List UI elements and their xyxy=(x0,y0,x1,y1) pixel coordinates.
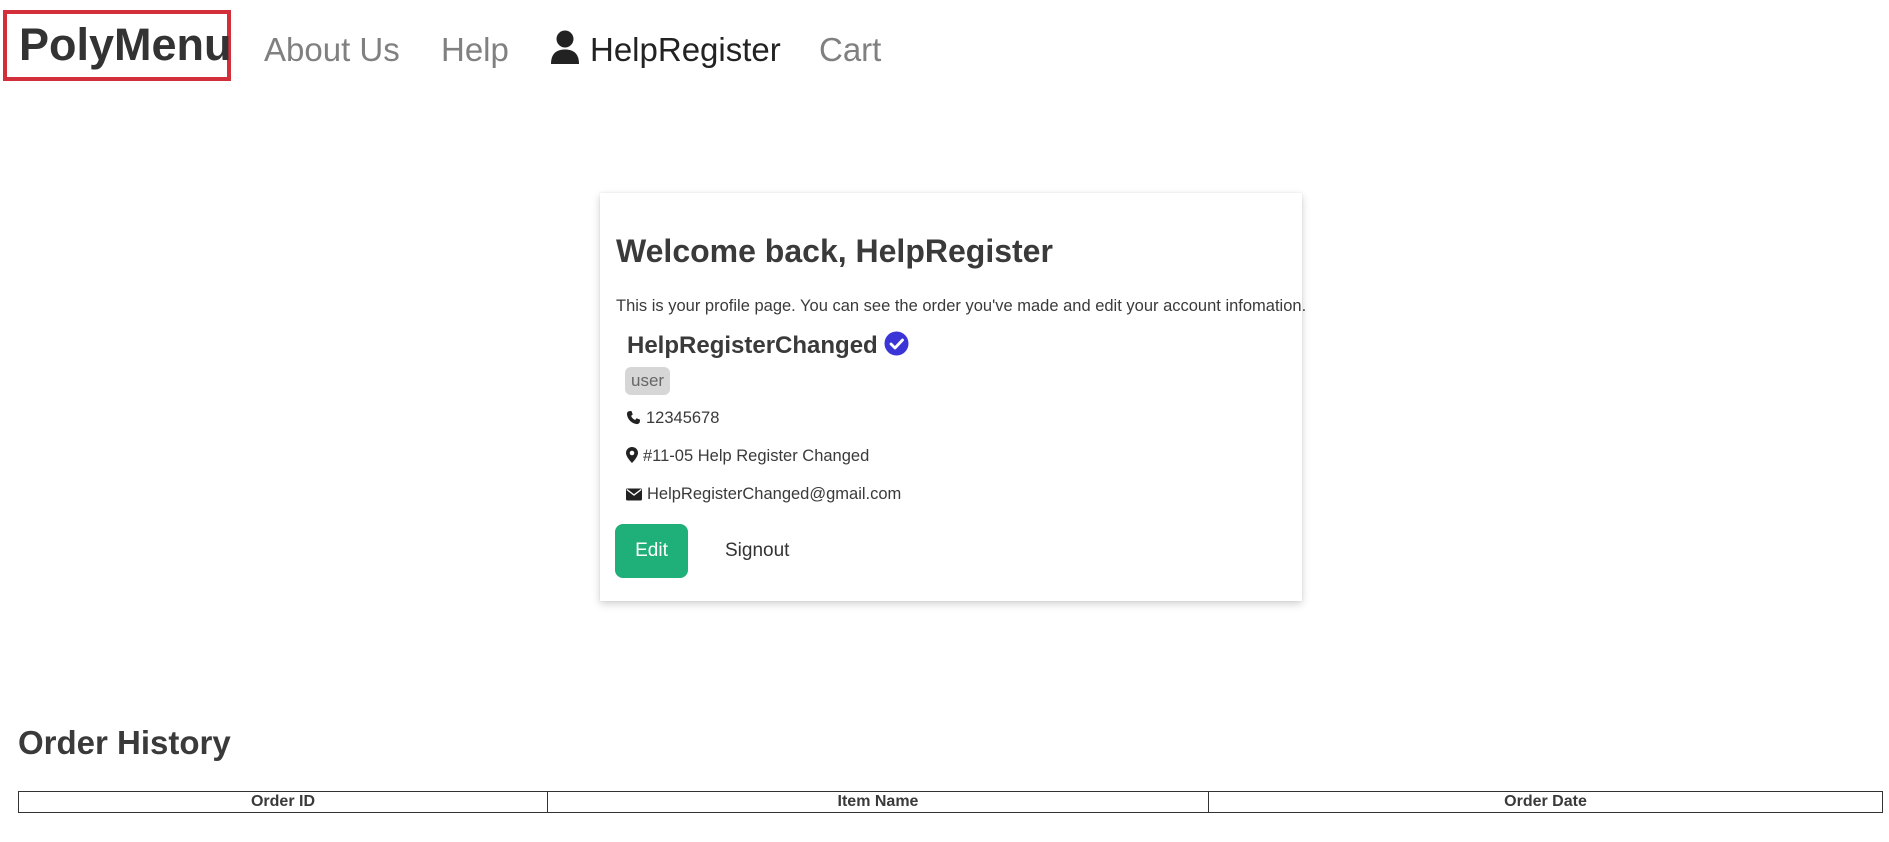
email-text: HelpRegisterChanged@gmail.com xyxy=(647,485,902,503)
top-navbar: PolyMenu About Us Help HelpRegister Cart xyxy=(0,0,1889,100)
nav-link-user-profile[interactable]: HelpRegister xyxy=(550,28,781,72)
address-row: #11-05 Help Register Changed xyxy=(626,447,869,466)
verified-check-icon xyxy=(884,331,909,356)
phone-row: 12345678 xyxy=(626,409,719,428)
profile-name-text: HelpRegisterChanged xyxy=(627,332,878,359)
order-history-table: Order ID Item Name Order Date xyxy=(18,791,1883,813)
edit-button[interactable]: Edit xyxy=(615,524,688,578)
nav-link-about-us[interactable]: About Us xyxy=(264,28,400,72)
address-text: #11-05 Help Register Changed xyxy=(643,447,870,465)
welcome-heading: Welcome back, HelpRegister xyxy=(616,233,1053,269)
role-badge: user xyxy=(625,367,671,395)
column-header-order-id: Order ID xyxy=(18,791,548,813)
profile-card: Welcome back, HelpRegister This is your … xyxy=(600,193,1306,601)
nav-user-label: HelpRegister xyxy=(590,31,781,68)
profile-description: This is your profile page. You can see t… xyxy=(616,297,1307,315)
column-header-item-name: Item Name xyxy=(547,791,1209,813)
email-row: HelpRegisterChanged@gmail.com xyxy=(626,485,901,504)
phone-text: 12345678 xyxy=(646,409,720,427)
envelope-icon xyxy=(626,488,642,501)
profile-name: HelpRegisterChanged xyxy=(627,331,909,360)
column-header-order-date: Order Date xyxy=(1208,791,1883,813)
order-history-heading: Order History xyxy=(18,724,231,761)
table-header-row: Order ID Item Name Order Date xyxy=(18,791,1883,813)
phone-icon xyxy=(626,410,641,425)
map-marker-icon xyxy=(626,447,638,463)
brand-logo-link[interactable]: PolyMenu xyxy=(3,10,232,81)
signout-button[interactable]: Signout xyxy=(717,533,797,569)
user-icon xyxy=(551,30,579,64)
nav-link-cart[interactable]: Cart xyxy=(819,28,881,72)
nav-link-help[interactable]: Help xyxy=(441,28,509,72)
